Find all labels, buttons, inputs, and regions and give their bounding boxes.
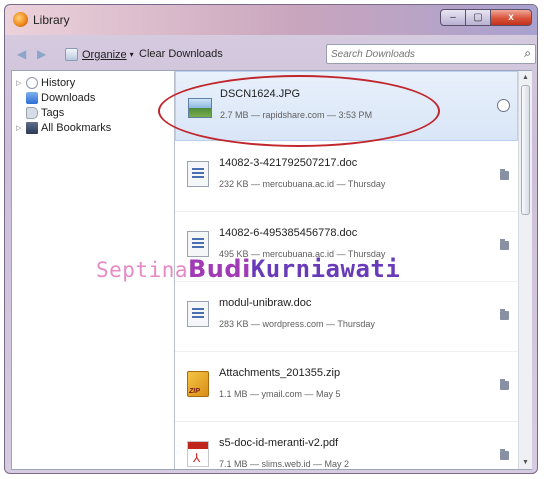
sidebar-item-history[interactable]: ▷ History [16, 75, 75, 90]
chevron-down-icon: ▾ [129, 50, 134, 59]
title-bar[interactable]: Library – ▢ x [5, 5, 537, 35]
download-details: 232 KB — mercubuana.ac.id — Thursday [219, 179, 386, 189]
scroll-down-icon[interactable]: ▼ [519, 456, 532, 469]
downloads-list: DSCN1624.JPG 2.7 MB — rapidshare.com — 3… [175, 71, 518, 469]
download-filename: 14082-3-421792507217.doc [219, 157, 358, 169]
library-window: Library – ▢ x ◀ ▶ Organize ▾ Clear Downl… [4, 4, 538, 474]
sidebar-item-downloads[interactable]: Downloads [16, 90, 95, 105]
scroll-up-icon[interactable]: ▲ [519, 71, 532, 84]
expand-triangle-icon[interactable]: ▷ [16, 79, 24, 87]
folder-icon[interactable] [500, 309, 509, 320]
download-row[interactable]: s5-doc-id-meranti-v2.pdf 7.1 MB — slims.… [175, 421, 518, 469]
folder-icon[interactable] [500, 169, 509, 180]
download-filename: DSCN1624.JPG [220, 88, 301, 100]
search-input[interactable] [331, 47, 511, 61]
download-filename: s5-doc-id-meranti-v2.pdf [219, 437, 339, 449]
folder-icon[interactable] [500, 449, 509, 460]
clock-icon [26, 76, 38, 89]
download-details: 1.1 MB — ymail.com — May 5 [219, 389, 341, 399]
vertical-scrollbar[interactable]: ▲ ▼ [518, 71, 532, 469]
sidebar-item-label: All Bookmarks [41, 121, 112, 134]
download-row[interactable]: modul-unibraw.doc 283 KB — wordpress.com… [175, 281, 518, 352]
download-details: 7.1 MB — slims.web.id — May 2 [219, 459, 350, 469]
organize-menu-button[interactable]: Organize ▾ [65, 48, 134, 61]
close-button[interactable]: x [490, 9, 532, 26]
clear-downloads-button[interactable]: Clear Downloads [139, 48, 223, 60]
sidebar: ▷ History Downloads Tags ▷ All Bookmarks [12, 71, 175, 469]
download-row[interactable]: 14082-3-421792507217.doc 232 KB — mercub… [175, 141, 518, 212]
folder-icon[interactable] [500, 239, 509, 250]
pdf-file-icon [187, 441, 209, 467]
folder-icon[interactable] [500, 379, 509, 390]
download-row[interactable]: Attachments_201355.zip 1.1 MB — ymail.co… [175, 351, 518, 422]
doc-file-icon [187, 301, 209, 327]
download-row[interactable]: 14082-6-495385456778.doc 495 KB — mercub… [175, 211, 518, 282]
doc-file-icon [187, 231, 209, 257]
sidebar-item-label: History [41, 76, 76, 89]
download-filename: 14082-6-495385456778.doc [219, 227, 358, 239]
tag-icon [26, 106, 38, 119]
download-filename: modul-unibraw.doc [219, 297, 312, 309]
download-row[interactable]: DSCN1624.JPG 2.7 MB — rapidshare.com — 3… [175, 71, 518, 141]
window-title: Library [33, 13, 70, 27]
organize-label: Organize [82, 48, 127, 61]
toolbar: ◀ ▶ Organize ▾ Clear Downloads ⌕ [11, 42, 536, 68]
image-file-icon [188, 98, 212, 118]
download-details: 2.7 MB — rapidshare.com — 3:53 PM [220, 110, 373, 120]
bookmarks-icon [26, 121, 38, 134]
sidebar-item-all-bookmarks[interactable]: ▷ All Bookmarks [16, 120, 111, 135]
organize-icon [65, 48, 78, 61]
zip-file-icon [187, 371, 209, 397]
arrow-left-icon: ◀ [17, 47, 27, 61]
sidebar-item-tags[interactable]: Tags [16, 105, 64, 120]
search-icon[interactable]: ⌕ [524, 46, 531, 61]
back-button[interactable]: ◀ [17, 47, 26, 61]
library-content: ▷ History Downloads Tags ▷ All Bookmarks [11, 70, 532, 470]
download-details: 495 KB — mercubuana.ac.id — Thursday [219, 249, 386, 259]
expand-triangle-icon[interactable]: ▷ [16, 124, 24, 132]
search-box[interactable]: ⌕ [326, 44, 536, 64]
scrollbar-thumb[interactable] [521, 85, 530, 215]
sidebar-item-label: Downloads [41, 91, 96, 104]
download-details: 283 KB — wordpress.com — Thursday [219, 319, 375, 329]
minimize-button[interactable]: – [440, 9, 466, 26]
firefox-icon [13, 12, 28, 27]
arrow-right-icon: ▶ [37, 47, 47, 61]
maximize-button[interactable]: ▢ [465, 9, 491, 26]
sidebar-item-label: Tags [41, 106, 65, 119]
doc-file-icon [187, 161, 209, 187]
download-filename: Attachments_201355.zip [219, 367, 341, 379]
window-controls: – ▢ x [440, 9, 532, 27]
forward-button[interactable]: ▶ [37, 47, 46, 61]
download-icon [26, 91, 38, 104]
retry-icon[interactable] [497, 99, 510, 112]
